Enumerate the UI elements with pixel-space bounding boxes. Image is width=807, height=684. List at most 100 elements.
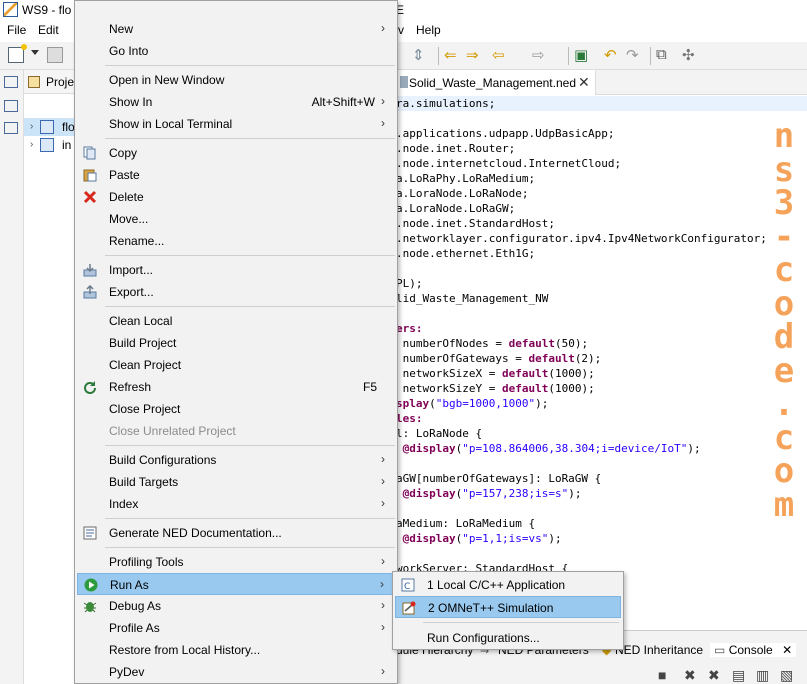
settings-icon[interactable]: ✣ [682, 46, 695, 64]
code-line[interactable]: aMedium: LoRaMedium { [396, 516, 807, 531]
code-line[interactable] [396, 501, 807, 516]
submenu-item-run-configs[interactable]: Run Configurations... [395, 627, 621, 649]
menu-item-profiling-tools[interactable]: Profiling Tools › [77, 551, 395, 573]
code-line[interactable]: lid_Waste_Management_NW [396, 291, 807, 306]
menu-item-pydev[interactable]: PyDev › [77, 661, 395, 683]
remove-launch-icon[interactable]: ✖ [684, 667, 696, 684]
menu-item-profile-as[interactable]: Profile As › [77, 617, 395, 639]
clear-console-icon[interactable]: ▤ [732, 667, 745, 684]
code-line[interactable] [396, 111, 807, 126]
menu-item-build-configurations[interactable]: Build Configurations › [77, 449, 395, 471]
maximize-icon[interactable]: ⧉ [656, 46, 667, 63]
undo-icon[interactable]: ↶ [604, 46, 617, 64]
tree-item-project[interactable]: › flo [24, 118, 75, 136]
restore-view-icon[interactable] [4, 76, 18, 88]
code-line[interactable] [396, 261, 807, 276]
menu-item-clean-project[interactable]: Clean Project [77, 354, 395, 376]
code-area[interactable]: ra.simulations; .applications.udpapp.UdpB… [396, 96, 807, 630]
code-line[interactable]: a.LoraNode.LoRaNode; [396, 186, 807, 201]
menu-item-build-project[interactable]: Build Project [77, 332, 395, 354]
code-line[interactable]: networkSizeX = default(1000); [396, 366, 807, 381]
expand-icon[interactable]: › [30, 121, 33, 132]
code-line[interactable]: ra.simulations; [396, 96, 807, 111]
menu-item-delete[interactable]: Delete [77, 186, 395, 208]
new-wizard-icon[interactable] [8, 44, 27, 63]
submenu-item-omnet-sim[interactable]: 2 OMNeT++ Simulation [395, 596, 621, 618]
menu-item-open-new-window[interactable]: Open in New Window [77, 69, 395, 91]
menu-item-copy[interactable]: Copy [77, 142, 395, 164]
code-line[interactable]: les: [396, 411, 807, 426]
menu-item-close-project[interactable]: Close Project [77, 398, 395, 420]
menu-item-show-in[interactable]: Show In Alt+Shift+W › [77, 91, 395, 113]
menu-item-show-local-terminal[interactable]: Show in Local Terminal › [77, 113, 395, 135]
menu-item-rename[interactable]: Rename... [77, 230, 395, 252]
pin-console-icon[interactable]: ▧ [780, 667, 793, 684]
code-line[interactable]: numberOfGateways = default(2); [396, 351, 807, 366]
code-line[interactable]: @display("p=1,1;is=vs"); [396, 531, 807, 546]
code-line[interactable]: .node.ethernet.Eth1G; [396, 246, 807, 261]
submenu-item-local-cpp[interactable]: C 1 Local C/C++ Application [395, 574, 621, 596]
menu-item-export[interactable]: Export... [77, 281, 395, 303]
forward-icon[interactable]: ⇨ [532, 46, 545, 64]
menu-item-move[interactable]: Move... [77, 208, 395, 230]
prev-annotation-icon[interactable]: ⇐ [444, 46, 457, 64]
tab-console[interactable]: ▭ Console ✕ [710, 643, 797, 657]
code-line[interactable]: .node.internetcloud.InternetCloud; [396, 156, 807, 171]
menu-edit[interactable]: Edit [38, 23, 59, 37]
code-line[interactable] [396, 546, 807, 561]
code-line[interactable]: splay("bgb=1000,1000"); [396, 396, 807, 411]
code-line[interactable]: .node.inet.StandardHost; [396, 216, 807, 231]
menu-item-restore-history[interactable]: Restore from Local History... [77, 639, 395, 661]
tree-item-project[interactable]: › in [24, 136, 74, 154]
menu-item-import[interactable]: Import... [77, 259, 395, 281]
next-annotation-icon[interactable]: ⇒ [466, 46, 479, 64]
submenu-arrow-icon: › [381, 452, 385, 466]
code-line[interactable] [396, 456, 807, 471]
code-line[interactable]: a.LoRaPhy.LoRaMedium; [396, 171, 807, 186]
back-icon[interactable]: ⇦ [492, 46, 505, 64]
menu-item-debug-as[interactable]: Debug As › [77, 595, 395, 617]
menu-item-run-as[interactable]: Run As › [77, 573, 395, 595]
code-line[interactable] [396, 306, 807, 321]
scroll-lock-icon[interactable]: ▥ [756, 667, 769, 684]
menu-item-generate-ned-doc[interactable]: Generate NED Documentation... [77, 522, 395, 544]
code-line[interactable]: aGW[numberOfGateways]: LoRaGW { [396, 471, 807, 486]
code-line[interactable]: a.LoraNode.LoRaGW; [396, 201, 807, 216]
dropdown-nav-icon[interactable]: ⇕ [412, 46, 425, 64]
code-line[interactable]: .networklayer.configurator.ipv4.Ipv4Netw… [396, 231, 807, 246]
remove-all-icon[interactable]: ✖ [708, 667, 720, 684]
menu-file[interactable]: File [7, 23, 26, 37]
tab-ned-inheritance[interactable]: NED Inheritance [615, 643, 703, 657]
project-explorer-tab[interactable]: Proje [24, 70, 74, 94]
chevron-down-icon[interactable] [31, 50, 39, 55]
menu-item-label: New [109, 22, 134, 36]
terminate-icon[interactable]: ■ [658, 667, 666, 683]
close-icon[interactable]: ✕ [578, 74, 590, 91]
code-line[interactable]: l: LoRaNode { [396, 426, 807, 441]
redo-icon[interactable]: ↷ [626, 46, 639, 64]
save-icon[interactable] [47, 47, 63, 63]
menu-item-go-into[interactable]: Go Into [77, 40, 395, 62]
code-line[interactable]: ers: [396, 321, 807, 336]
menu-window-partial[interactable]: v [398, 23, 404, 37]
expand-icon[interactable]: › [30, 139, 33, 150]
code-line[interactable]: numberOfNodes = default(50); [396, 336, 807, 351]
open-perspective-icon[interactable]: ▣ [574, 46, 588, 64]
code-line[interactable]: networkSizeY = default(1000); [396, 381, 807, 396]
menu-item-index[interactable]: Index › [77, 493, 395, 515]
code-line[interactable]: @display("p=108.864006,38.304;i=device/I… [396, 441, 807, 456]
code-line[interactable]: PL); [396, 276, 807, 291]
close-icon[interactable]: ✕ [782, 643, 792, 657]
package-view-icon[interactable] [4, 100, 18, 112]
menu-help[interactable]: Help [416, 23, 441, 37]
menu-item-refresh[interactable]: Refresh F5 [77, 376, 395, 398]
code-line[interactable]: .applications.udpapp.UdpBasicApp; [396, 126, 807, 141]
code-line[interactable]: @display("p=157,238;is=s"); [396, 486, 807, 501]
menu-item-build-targets[interactable]: Build Targets › [77, 471, 395, 493]
menu-item-clean-local[interactable]: Clean Local [77, 310, 395, 332]
menu-item-new[interactable]: New › [77, 18, 395, 40]
code-line[interactable]: .node.inet.Router; [396, 141, 807, 156]
editor-tab[interactable]: Solid_Waste_Management.ned ✕ [396, 70, 596, 95]
menu-item-paste[interactable]: Paste [77, 164, 395, 186]
outline-view-icon[interactable] [4, 122, 18, 134]
